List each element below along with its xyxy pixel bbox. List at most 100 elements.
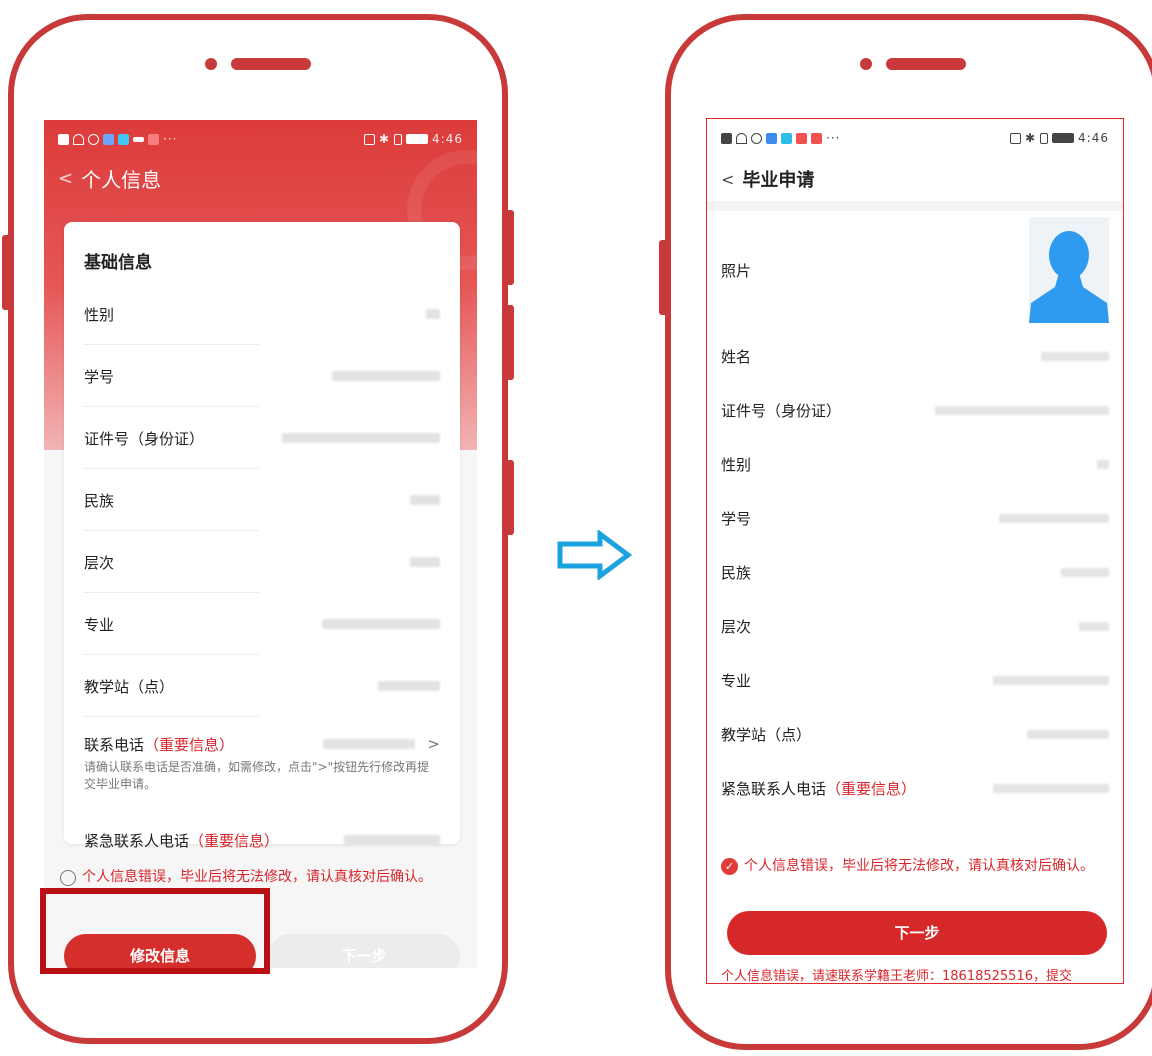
info-row-study-center: 教学站（点） (707, 707, 1123, 761)
info-row-gender: 性别 (707, 437, 1123, 491)
important-tag: （重要信息） (826, 779, 917, 798)
row-label: 学号 (721, 509, 752, 528)
right-side-button-2 (504, 305, 514, 380)
status-icons-left: ··· (721, 131, 840, 145)
status-icons-right: ✱ 4:46 (1009, 131, 1109, 145)
consent-radio[interactable] (60, 870, 76, 886)
left-volume-button (659, 240, 669, 315)
blurred-value (1061, 567, 1109, 577)
graduation-application-screen: ··· ✱ 4:46 < 毕业申请 照片 姓名 证件号（身份证） 性别 学号 民… (706, 118, 1124, 984)
person-avatar-icon[interactable] (1029, 217, 1109, 323)
row-label: 性别 (721, 455, 752, 474)
wifi-icon (73, 133, 84, 145)
row-label: 紧急联系人电话 (84, 831, 190, 850)
blurred-value (993, 783, 1109, 793)
mail-icon (133, 136, 144, 142)
row-label: 紧急联系人电话 (721, 779, 827, 798)
blurred-value (1079, 621, 1109, 631)
back-chevron-icon[interactable]: < (721, 170, 734, 189)
info-row-major: 专业 (707, 653, 1123, 707)
blurred-value (378, 681, 440, 691)
right-double-arrow-icon (557, 530, 633, 580)
app-notify-icon (751, 132, 762, 144)
blurred-value (282, 433, 440, 443)
phone-speaker (205, 58, 311, 70)
row-label: 证件号（身份证） (721, 401, 842, 420)
more-notifications: ··· (826, 131, 841, 145)
row-label: 学号 (84, 367, 115, 386)
info-row-photo: 照片 (707, 211, 1123, 329)
row-label: 民族 (721, 563, 752, 582)
row-label: 教学站（点） (721, 725, 812, 744)
info-row-phone[interactable]: 联系电话（重要信息） > 请确认联系电话是否准确，如需修改，点击">"按钮先行修… (64, 717, 460, 809)
app-badge-icon-2 (781, 132, 792, 144)
status-time: 4:46 (1078, 131, 1109, 145)
right-side-button-1 (504, 210, 514, 285)
row-label: 专业 (84, 615, 115, 634)
blurred-value (993, 675, 1109, 685)
app-badge-icon-4 (811, 132, 822, 144)
edit-info-button[interactable]: 修改信息 (64, 934, 256, 968)
row-label: 教学站（点） (84, 677, 175, 696)
info-row-major: 专业 (64, 593, 460, 655)
row-label: 联系电话 (84, 735, 145, 754)
chevron-right-icon[interactable]: > (427, 735, 440, 753)
blurred-value (1041, 351, 1109, 361)
nfc-icon (363, 133, 375, 145)
info-row-id-card: 证件号（身份证） (707, 383, 1123, 437)
right-side-button-3 (504, 460, 514, 535)
nav-bar: < 个人信息 (44, 158, 477, 198)
app-badge-icon (103, 133, 114, 145)
row-label: 证件号（身份证） (84, 429, 205, 448)
status-icons-left: ··· (58, 132, 177, 146)
back-chevron-icon[interactable]: < (58, 168, 73, 189)
page-title: 毕业申请 (742, 170, 815, 191)
left-volume-button (2, 235, 12, 310)
row-label: 性别 (84, 305, 115, 324)
consent-text: 个人信息错误，毕业后将无法修改，请认真核对后确认。 (82, 869, 432, 885)
wifi-icon (736, 132, 747, 144)
row-label: 照片 (721, 261, 752, 280)
contact-notice: 个人信息错误，请速联系学籍王老师：18618525516，提交 (721, 969, 1072, 984)
info-row-study-center: 教学站（点） (64, 655, 460, 717)
row-label: 姓名 (721, 347, 752, 366)
info-row-student-id: 学号 (707, 491, 1123, 545)
consent-row[interactable]: ✓ 个人信息错误，毕业后将无法修改，请认真核对后确认。 (721, 857, 1111, 875)
bluetooth-icon: ✱ (1024, 131, 1037, 145)
important-tag: （重要信息） (144, 735, 235, 754)
consent-checked-icon[interactable]: ✓ (721, 858, 738, 875)
app-notify-icon (88, 133, 99, 145)
phone-speaker (859, 58, 966, 70)
info-row-emergency-phone: 紧急联系人电话（重要信息） (707, 761, 1123, 815)
sim-icon (58, 133, 69, 145)
blurred-value (935, 405, 1109, 415)
battery-icon (1052, 133, 1075, 143)
app-badge-icon (766, 132, 777, 144)
row-label: 层次 (721, 617, 752, 636)
nfc-icon (1009, 132, 1021, 144)
vibrate-icon (394, 133, 403, 145)
status-time: 4:46 (432, 132, 463, 146)
blurred-value (323, 739, 416, 749)
consent-row[interactable]: 个人信息错误，毕业后将无法修改，请认真核对后确认。 (60, 868, 470, 887)
right-phone-frame: ··· ✱ 4:46 < 毕业申请 照片 姓名 证件号（身份证） 性别 学号 民… (659, 14, 1152, 1050)
important-tag: （重要信息） (189, 831, 280, 850)
app-badge-icon-3 (148, 133, 159, 145)
blurred-value (410, 557, 440, 567)
app-badge-icon-3 (796, 132, 807, 144)
nav-bar: < 毕业申请 (707, 157, 1123, 201)
blurred-value (332, 371, 440, 381)
next-step-button-disabled[interactable]: 下一步 (268, 934, 460, 968)
info-row-ethnicity: 民族 (64, 469, 460, 531)
row-label: 层次 (84, 553, 115, 572)
blurred-value (1027, 729, 1109, 739)
battery-icon (406, 134, 429, 144)
blurred-value (999, 513, 1109, 523)
next-step-button[interactable]: 下一步 (727, 911, 1107, 955)
basic-info-card: 基础信息 性别 学号 证件号（身份证） 民族 层次 专业 教学站（点） 联系电话… (64, 222, 460, 850)
section-divider (707, 201, 1123, 211)
blurred-value (426, 309, 440, 319)
info-row-emergency-phone: 紧急联系人电话（重要信息） (64, 809, 460, 871)
status-bar: ··· ✱ 4:46 (707, 119, 1123, 157)
blurred-value (410, 495, 440, 505)
